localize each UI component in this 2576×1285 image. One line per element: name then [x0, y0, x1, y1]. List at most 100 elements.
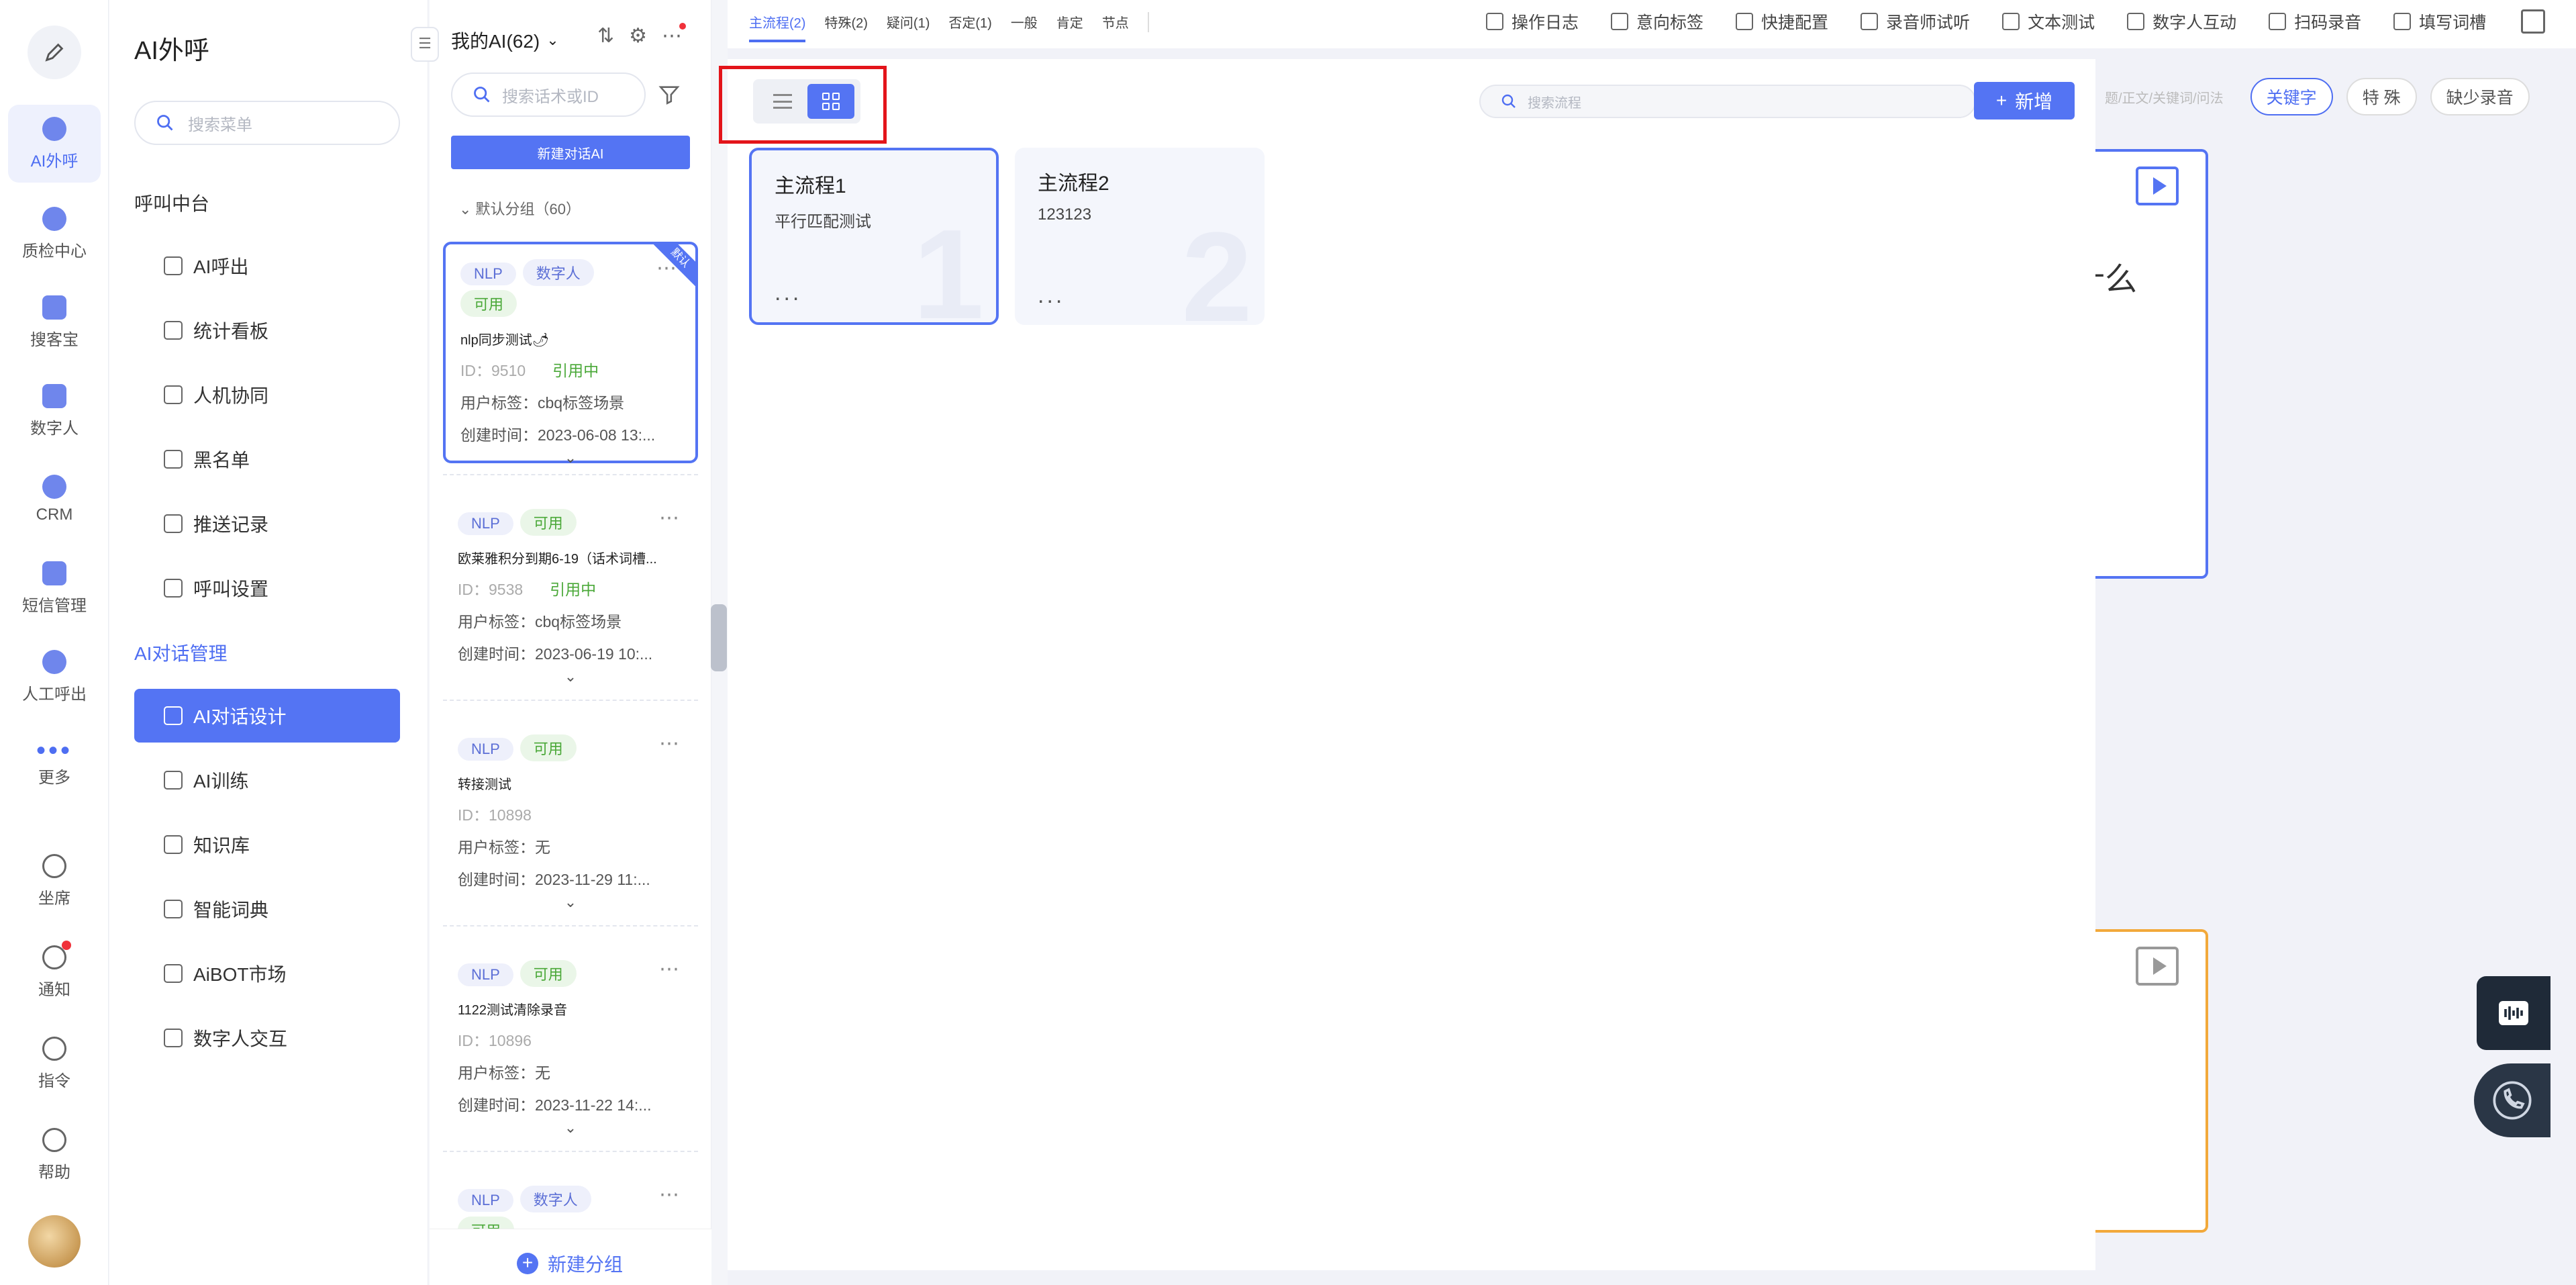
add-group-button[interactable]: + 新建分组: [517, 1250, 623, 1277]
menu-item-ai-design[interactable]: AI对话设计: [134, 689, 400, 743]
keyword-search-placeholder[interactable]: 题/正文/关键词/问法: [2105, 87, 2224, 107]
tool-label: 录音师试听: [1886, 13, 1971, 32]
expand-chevron-icon[interactable]: ⌄: [458, 894, 683, 911]
tool-label: 数字人互动: [2152, 13, 2237, 32]
card-more-icon[interactable]: ⋯: [659, 732, 681, 755]
expand-chevron-icon[interactable]: ⌄: [458, 668, 683, 685]
phone-call-icon: [2493, 1081, 2532, 1120]
card-name: 1122测试清除录音: [458, 1003, 568, 1018]
rail-item-command[interactable]: 指令: [8, 1025, 101, 1102]
panel-drag-handle[interactable]: [711, 604, 727, 671]
card-id: ID：9538: [458, 581, 524, 598]
missing-recording-pill[interactable]: 缺少录音: [2430, 78, 2530, 115]
call-float-button[interactable]: [2474, 1063, 2550, 1137]
rail-item-crm[interactable]: CRM: [8, 461, 101, 538]
more-icon[interactable]: ⋯: [662, 23, 687, 48]
flow-more-icon[interactable]: ...: [1038, 283, 1064, 309]
menu-item-knowledge[interactable]: 知识库: [134, 818, 400, 871]
edit-logo-icon[interactable]: [28, 26, 81, 79]
play-icon[interactable]: [2136, 947, 2179, 986]
menu-item-blacklist[interactable]: 黑名单: [134, 432, 400, 486]
add-flow-button[interactable]: + 新增: [1974, 82, 2075, 120]
rail-item-label: 人工呼出: [22, 685, 87, 704]
flow-index: 1: [913, 203, 984, 325]
menu-item-aibot-market[interactable]: AiBOT市场: [134, 947, 400, 1000]
section-title-call-center: 呼叫中台: [134, 193, 210, 214]
menu-item-ai-train[interactable]: AI训练: [134, 753, 400, 807]
gear-icon[interactable]: ⚙: [629, 24, 647, 48]
tab-special[interactable]: 特殊(2): [824, 12, 867, 42]
special-pill[interactable]: 特 殊: [2346, 78, 2417, 115]
ai-list-panel: 我的AI(62) ⌄ ⇅ ⚙ ⋯ 搜索话术或ID 新建对话AI ⌄ 默认分组（6…: [430, 0, 711, 1285]
tab-question[interactable]: 疑问(1): [887, 12, 930, 42]
tv-icon: [42, 383, 66, 408]
flow-card[interactable]: 主流程2 123123 2 ...: [1015, 148, 1265, 325]
menu-item-dashboard[interactable]: 统计看板: [134, 303, 400, 357]
fill-slots-button[interactable]: 填写词槽: [2393, 9, 2486, 34]
flow-card[interactable]: 主流程1 平行匹配测试 1 ...: [749, 148, 999, 325]
rail-item-label: 通知: [38, 980, 70, 999]
ai-card[interactable]: NLP 可用 ⋯ 1122测试清除录音 ID：10896 用户标签：无 创建时间：…: [443, 945, 698, 1147]
flow-search-input[interactable]: 搜索流程: [1479, 85, 1976, 118]
new-ai-button[interactable]: 新建对话AI: [451, 136, 690, 169]
ai-search-input[interactable]: 搜索话术或ID: [451, 73, 646, 117]
rail-item-digital-human[interactable]: 数字人: [8, 372, 101, 450]
tab-negative[interactable]: 否定(1): [948, 12, 991, 42]
ai-card[interactable]: 默认 NLP 数字人 可用 ⋯ nlp同步测试🌶 ID：9510 引用中 用户标签：…: [443, 242, 698, 466]
rail-item-more[interactable]: ••• 更多: [8, 726, 101, 804]
expand-chevron-icon[interactable]: ⌄: [460, 449, 681, 467]
menu-item-dictionary[interactable]: 智能词典: [134, 882, 400, 936]
card-created-time: 创建时间：2023-11-29 11:...: [458, 871, 650, 888]
rail-item-ai-outbound[interactable]: AI外呼: [8, 105, 101, 183]
card-more-icon[interactable]: ⋯: [659, 506, 681, 530]
menu-item-digital-interact[interactable]: 数字人交互: [134, 1011, 400, 1065]
quick-config-button[interactable]: 快捷配置: [1736, 9, 1828, 34]
menu-item-label: 人机协同: [193, 385, 269, 406]
section-title-ai-dialog[interactable]: AI对话管理: [134, 639, 227, 666]
rail-item-notify[interactable]: 通知: [8, 933, 101, 1011]
play-icon[interactable]: [2136, 166, 2179, 205]
menu-item-ai-call[interactable]: AI呼出: [134, 239, 400, 293]
tab-positive[interactable]: 肯定: [1056, 12, 1083, 42]
rail-item-manual-call[interactable]: 人工呼出: [8, 638, 101, 716]
operation-log-button[interactable]: 操作日志: [1486, 9, 1579, 34]
intent-tag-button[interactable]: 意向标签: [1611, 9, 1703, 34]
rail-item-soukebao[interactable]: 搜客宝: [8, 283, 101, 361]
scan-record-button[interactable]: 扫码录音: [2269, 9, 2361, 34]
digital-human-interact-button[interactable]: 数字人互动: [2127, 9, 2236, 34]
flow-name: 主流程1: [775, 175, 846, 197]
card-more-icon[interactable]: ⋯: [659, 1183, 681, 1206]
voice-float-button[interactable]: [2477, 976, 2550, 1050]
keyword-pill[interactable]: 关键字: [2250, 78, 2333, 115]
card-more-icon[interactable]: ⋯: [659, 957, 681, 981]
rail-item-agent[interactable]: 坐席: [8, 842, 101, 920]
ref-status: 引用中: [550, 581, 597, 598]
ai-card[interactable]: NLP 可用 ⋯ 转接测试 ID：10898 用户标签：无 创建时间：2023-1…: [443, 720, 698, 921]
collapse-menu-icon[interactable]: ☰: [411, 27, 439, 62]
filter-icon[interactable]: [658, 83, 681, 106]
rail-item-help[interactable]: 帮助: [8, 1116, 101, 1194]
fullscreen-icon[interactable]: [2521, 9, 2545, 34]
tab-general[interactable]: 一般: [1011, 12, 1038, 42]
my-ai-dropdown[interactable]: 我的AI(62) ⌄: [451, 27, 559, 54]
avatar[interactable]: [28, 1215, 81, 1268]
menu-search-input[interactable]: 搜索菜单: [134, 101, 400, 145]
chat-icon: [164, 771, 183, 790]
rail-item-sms[interactable]: 短信管理: [8, 549, 101, 627]
tab-main-flow[interactable]: 主流程(2): [749, 12, 806, 42]
menu-item-push-log[interactable]: 推送记录: [134, 497, 400, 551]
rail-item-quality[interactable]: 质检中心: [8, 195, 101, 273]
expand-chevron-icon[interactable]: ⌄: [458, 1119, 683, 1137]
sort-icon[interactable]: ⇅: [597, 24, 614, 48]
flow-more-icon[interactable]: ...: [775, 280, 801, 306]
text-test-button[interactable]: 文本测试: [2002, 9, 2095, 34]
card-more-icon[interactable]: ⋯: [656, 256, 678, 280]
ai-card[interactable]: NLP 可用 ⋯ 欧莱雅积分到期6-19（话术词槽... ID：9538 引用中 用…: [443, 494, 698, 696]
ai-card[interactable]: NLP 数字人 可用 ⋯: [443, 1171, 698, 1229]
menu-item-collab[interactable]: 人机协同: [134, 368, 400, 422]
recorder-preview-button[interactable]: 录音师试听: [1861, 9, 1970, 34]
status-badge: 可用: [458, 1217, 515, 1229]
tab-node[interactable]: 节点: [1102, 12, 1129, 42]
menu-item-call-settings[interactable]: 呼叫设置: [134, 561, 400, 615]
default-group[interactable]: ⌄ 默认分组（60）: [459, 197, 581, 219]
